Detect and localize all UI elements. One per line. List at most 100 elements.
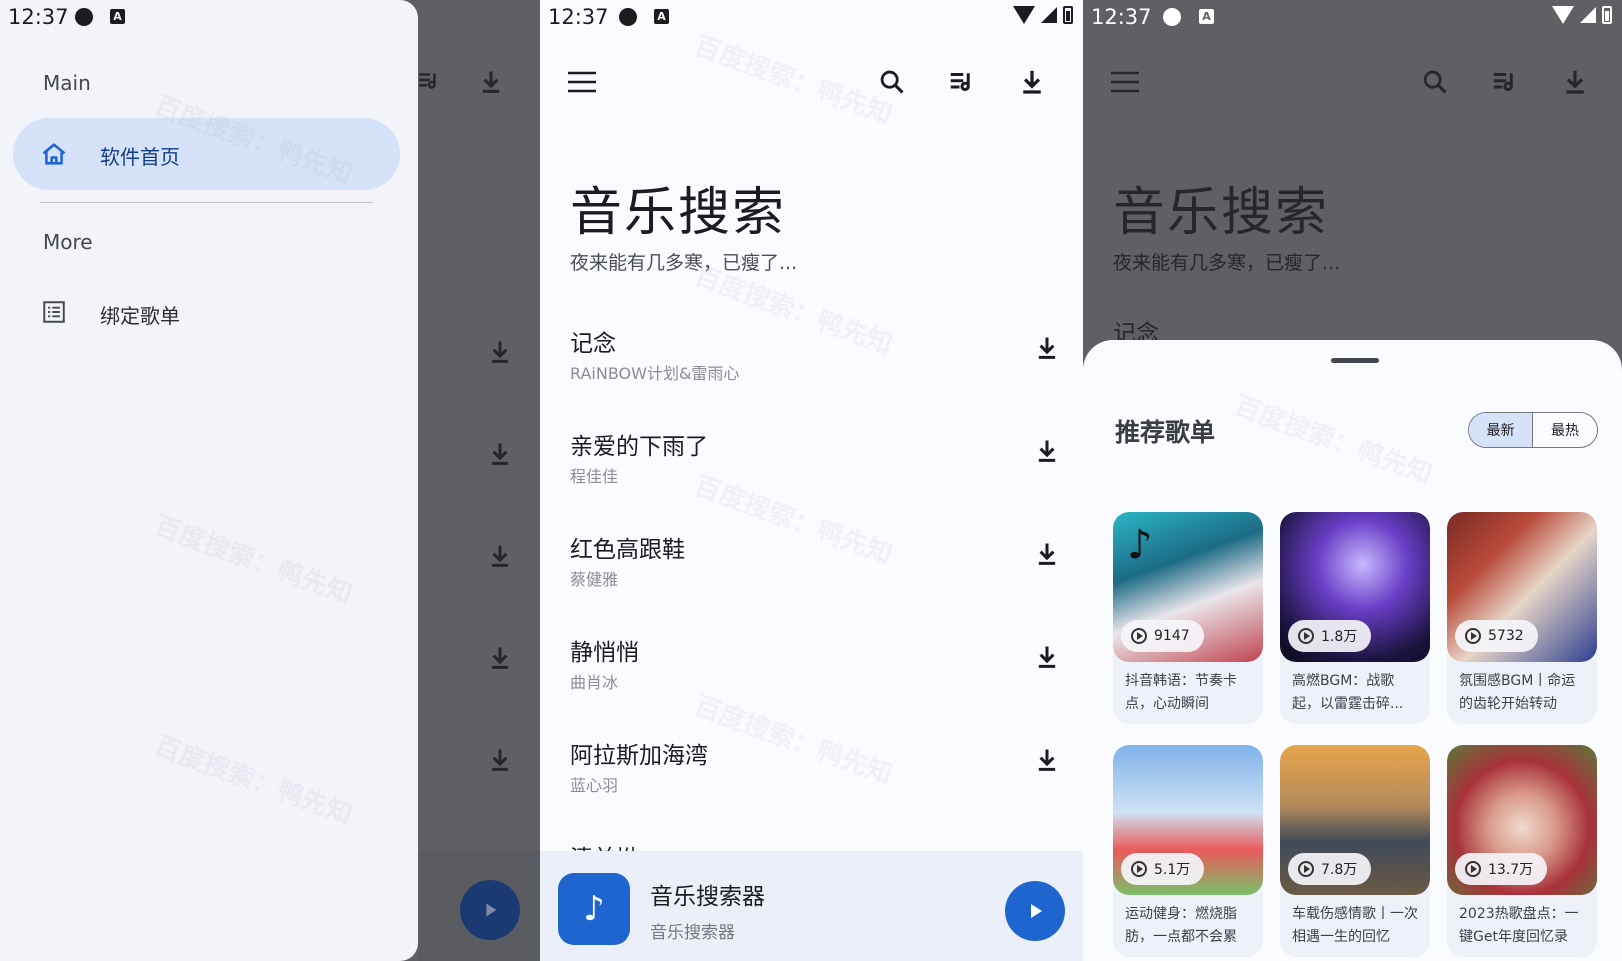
drawer-item-home[interactable] (13, 118, 400, 190)
play-count-icon (1131, 628, 1147, 644)
queue-button[interactable] (942, 62, 982, 102)
song-artist: 曲肖冰 (570, 673, 619, 692)
sheet-title: 推荐歌单 (1115, 418, 1216, 447)
playlist-name: 抖音韩语：节奏卡点，心动瞬间 (1125, 673, 1237, 712)
song-download-icon (482, 640, 518, 676)
menu-button[interactable] (562, 62, 602, 102)
signal-icon (1041, 7, 1057, 23)
song-row[interactable]: 亲爱的下雨了 程佳佳 (540, 421, 1083, 513)
song-row[interactable]: 记念 RAiNBOW计划&雷雨心 (540, 318, 1083, 410)
page-subtitle: 夜来能有几多寒，已瘦了... (1113, 252, 1341, 274)
song-row[interactable]: 红色高跟鞋 蔡健雅 (540, 524, 1083, 616)
search-button[interactable] (872, 62, 912, 102)
play-count: 1.8万 (1321, 629, 1358, 645)
page-subtitle: 夜来能有几多寒，已瘦了... (570, 252, 798, 274)
queue-icon (414, 66, 444, 96)
status-bar: 12:37 A (540, 0, 1083, 34)
drag-handle[interactable] (1331, 358, 1379, 363)
play-count-icon (1298, 628, 1314, 644)
play-count-icon (1131, 861, 1147, 877)
song-artist: 蔡健雅 (570, 570, 619, 589)
playlist-name: 氛围感BGM丨命运的齿轮开始转动 (1459, 673, 1576, 712)
tiktok-logo-icon: ♪ (1127, 522, 1153, 568)
a-notification-icon: A (110, 9, 125, 24)
play-count: 13.7万 (1488, 862, 1534, 878)
list-icon (40, 298, 68, 326)
play-count: 5732 (1488, 628, 1524, 644)
player-subtitle: 音乐搜索器 (650, 923, 735, 943)
page-title: 音乐搜索 (1113, 183, 1330, 243)
song-download-icon (482, 436, 518, 472)
section-more: More (43, 230, 93, 254)
a-notification-icon: A (654, 9, 669, 24)
play-count-badge: 7.8万 (1288, 853, 1372, 885)
status-bar: 12:37 A (0, 0, 418, 34)
tab-hot[interactable]: 最热 (1533, 413, 1597, 447)
play-button[interactable] (1005, 881, 1065, 941)
playlist-card[interactable]: ♪ 9147 抖音韩语：节奏卡点，心动瞬间 (1113, 512, 1263, 724)
notification-dot-icon (75, 8, 93, 26)
home-icon (39, 139, 69, 169)
song-row[interactable]: 阿拉斯加海湾 蓝心羽 (540, 730, 1083, 822)
a-notification-icon: A (1199, 9, 1214, 24)
song-download-icon (482, 538, 518, 574)
notification-dot-icon (1163, 8, 1181, 26)
playlist-name: 运动健身：燃烧脂肪，一点都不会累 (1125, 906, 1237, 945)
song-title: 亲爱的下雨了 (570, 434, 708, 460)
status-time: 12:37 (548, 5, 609, 29)
playlist-name: 车载伤感情歌丨一次相遇一生的回忆 (1292, 906, 1418, 945)
song-download-icon (482, 334, 518, 370)
signal-icon (1580, 7, 1596, 23)
playlist-card[interactable]: 5.1万 运动健身：燃烧脂肪，一点都不会累 (1113, 745, 1263, 957)
play-count-badge: 5732 (1455, 620, 1538, 652)
menu-icon (1105, 62, 1145, 102)
status-time: 12:37 (8, 5, 69, 29)
song-download-button[interactable] (1029, 742, 1065, 778)
song-row[interactable]: 静悄悄 曲肖冰 (540, 627, 1083, 719)
bottom-sheet: 推荐歌单 最新 最热 ♪ 9147 抖音韩语：节奏卡点，心动瞬间 1.8万 高燃… (1083, 340, 1622, 961)
play-button-dimmed (460, 880, 520, 940)
music-note-icon: ♪ (558, 873, 630, 945)
song-download-button[interactable] (1029, 433, 1065, 469)
mini-player[interactable]: ♪ 音乐搜索器 音乐搜索器 (540, 851, 1083, 961)
playlist-sheet-screen: 12:37 A 音乐搜索 夜来能有几多寒，已瘦了... 记念 推荐歌单 最新 最… (1083, 0, 1622, 961)
song-artist: RAiNBOW计划&雷雨心 (570, 364, 740, 383)
playlist-card[interactable]: 7.8万 车载伤感情歌丨一次相遇一生的回忆 (1280, 745, 1430, 957)
playlist-name: 高燃BGM：战歌起，以雷霆击碎... (1292, 673, 1404, 712)
status-time: 12:37 (1091, 5, 1152, 29)
search-icon (1415, 62, 1455, 102)
playlist-name: 2023热歌盘点：一键Get年度回忆录 (1459, 906, 1579, 945)
song-download-button[interactable] (1029, 639, 1065, 675)
drawer-screen: 12:37 A Main 软件首页 More 绑定歌单 (0, 0, 540, 961)
song-download-button[interactable] (1029, 330, 1065, 366)
drawer-divider (40, 202, 373, 203)
download-button[interactable] (1012, 62, 1052, 102)
playlist-card[interactable]: 1.8万 高燃BGM：战歌起，以雷霆击碎... (1280, 512, 1430, 724)
playlist-card[interactable]: 13.7万 2023热歌盘点：一键Get年度回忆录 (1447, 745, 1597, 957)
play-count-badge: 9147 (1121, 620, 1204, 652)
playlist-card[interactable]: 5732 氛围感BGM丨命运的齿轮开始转动 (1447, 512, 1597, 724)
page-title: 音乐搜索 (570, 183, 787, 243)
play-count-badge: 1.8万 (1288, 620, 1372, 652)
queue-icon (1485, 62, 1525, 102)
sort-toggle: 最新 最热 (1468, 412, 1598, 448)
battery-icon (1063, 6, 1073, 24)
song-download-button[interactable] (1029, 536, 1065, 572)
play-count-badge: 13.7万 (1455, 853, 1548, 885)
play-count-icon (1465, 861, 1481, 877)
download-icon (473, 64, 509, 100)
drawer-item-bind-playlist[interactable] (13, 278, 400, 348)
song-title: 静悄悄 (570, 640, 639, 666)
song-title: 红色高跟鞋 (570, 537, 685, 563)
play-count: 7.8万 (1321, 862, 1358, 878)
wifi-icon (1552, 6, 1574, 24)
drawer-item-bind-playlist-label: 绑定歌单 (100, 304, 180, 328)
tab-latest[interactable]: 最新 (1469, 413, 1533, 447)
play-count: 5.1万 (1154, 862, 1191, 878)
play-count: 9147 (1154, 628, 1190, 644)
song-artist: 蓝心羽 (570, 776, 619, 795)
song-artist: 程佳佳 (570, 467, 619, 486)
section-main: Main (43, 71, 91, 95)
navigation-drawer: 12:37 A Main 软件首页 More 绑定歌单 (0, 0, 418, 961)
play-count-icon (1465, 628, 1481, 644)
